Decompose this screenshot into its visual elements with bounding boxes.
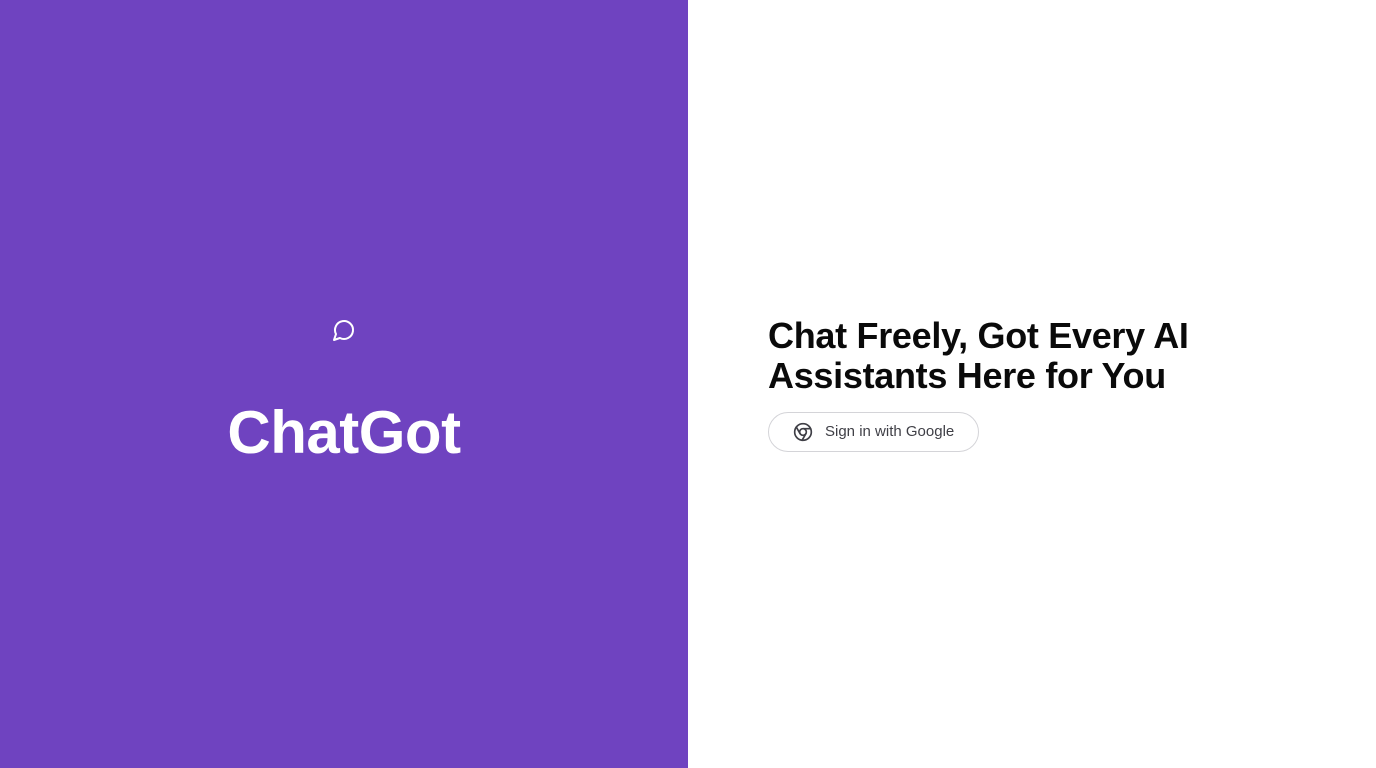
chrome-icon: [793, 422, 813, 442]
brand-panel: ChatGot: [0, 0, 688, 768]
sign-in-button-label: Sign in with Google: [825, 423, 955, 440]
page-headline: Chat Freely, Got Every AI Assistants Her…: [768, 315, 1189, 396]
sign-in-with-google-button[interactable]: Sign in with Google: [768, 412, 979, 452]
signin-panel: Chat Freely, Got Every AI Assistants Her…: [688, 0, 1376, 768]
login-page: ChatGot Chat Freely, Got Every AI Assist…: [0, 0, 1376, 768]
brand-name: ChatGot: [227, 399, 461, 466]
chat-bubble-icon: [333, 320, 354, 341]
